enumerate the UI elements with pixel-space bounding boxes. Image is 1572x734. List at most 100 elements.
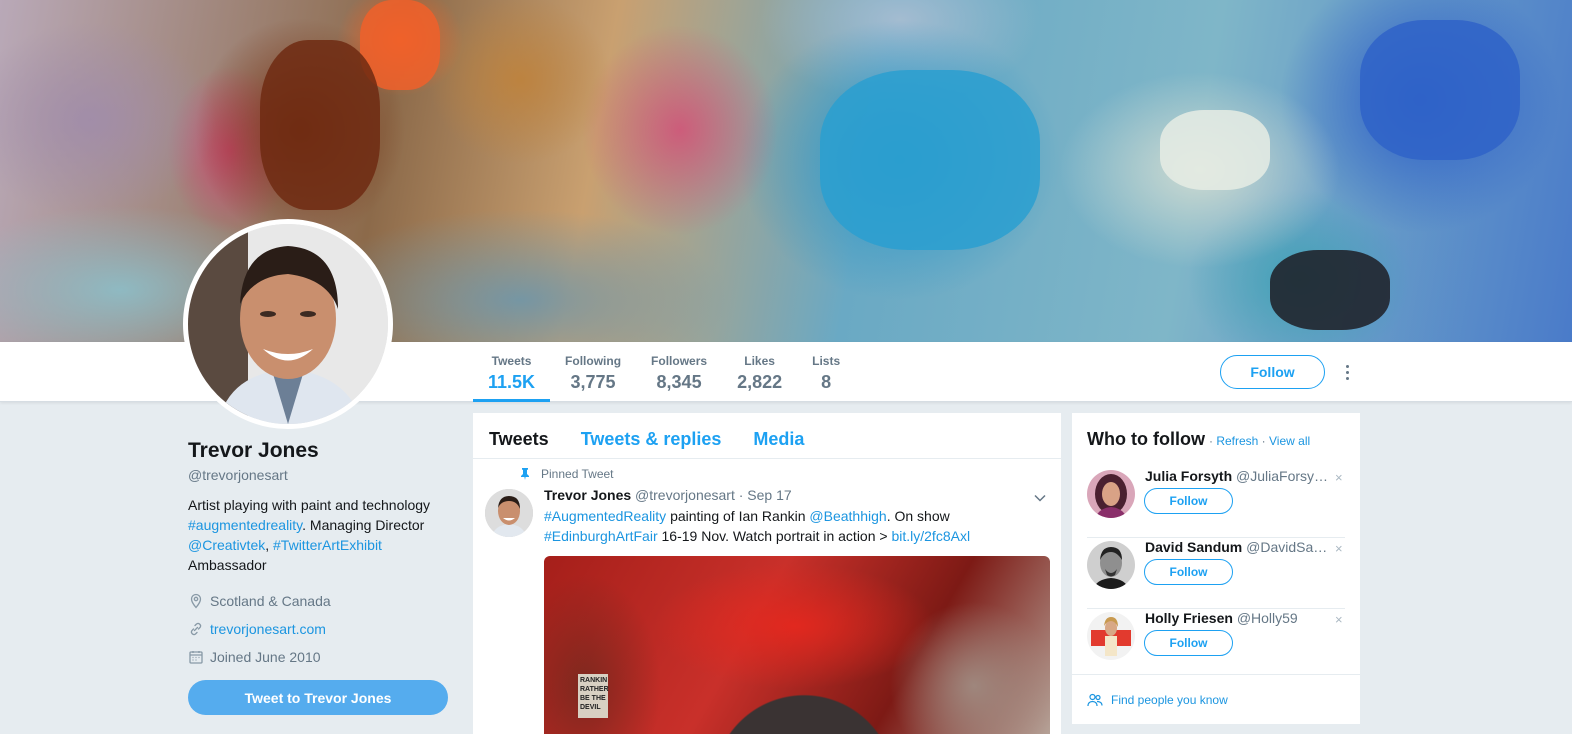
follow-button[interactable]: Follow (1144, 488, 1233, 514)
profile-website: trevorjonesart.com (188, 615, 458, 643)
profile-location: Scotland & Canada (188, 587, 458, 615)
chevron-down-icon[interactable] (1033, 491, 1047, 505)
hashtag-link[interactable]: #AugmentedReality (544, 508, 666, 524)
avatar[interactable] (1087, 470, 1135, 518)
view-all-link[interactable]: View all (1269, 434, 1310, 448)
dismiss-icon[interactable]: × (1335, 470, 1343, 485)
bio-text: , (265, 537, 274, 553)
profile-bio: Artist playing with paint and technology… (188, 495, 458, 575)
paint-stroke (1160, 110, 1270, 190)
follow-button[interactable]: Follow (1144, 559, 1233, 585)
joined-text: Joined June 2010 (210, 649, 321, 665)
location-icon (190, 593, 202, 609)
tweet-to-button[interactable]: Tweet to Trevor Jones (188, 680, 448, 715)
url-link[interactable]: bit.ly/2fc8Axl (891, 528, 970, 544)
stat-label: Likes (744, 354, 775, 368)
separator: · (1258, 434, 1270, 448)
tweet-date[interactable]: · Sep 17 (739, 487, 792, 503)
suggestion-name[interactable]: Holly Friesen @Holly59 (1145, 610, 1335, 626)
stat-value: 8,345 (656, 372, 702, 392)
suggestion-item: Holly Friesen @Holly59 Follow × (1087, 610, 1345, 680)
suggestion-fullname: Julia Forsyth (1145, 468, 1233, 484)
stat-value: 8 (821, 372, 832, 392)
pinned-indicator: Pinned Tweet (518, 467, 614, 481)
profile-stats: Tweets 11.5K Following 3,775 Followers 8… (473, 342, 855, 402)
suggestion-handle: @JuliaForsy… (1236, 468, 1329, 484)
wtf-title: Who to follow (1087, 429, 1205, 449)
paint-stroke (1360, 20, 1520, 160)
tweet-text-part: painting of Ian Rankin (666, 508, 810, 524)
tweet-author-handle[interactable]: @trevorjonesart (635, 487, 735, 503)
stat-value: 2,822 (737, 372, 783, 392)
stat-followers[interactable]: Followers 8,345 (636, 342, 722, 402)
tweet-media-image[interactable]: RANKIN RATHER BE THE DEVIL (544, 556, 1050, 734)
avatar[interactable] (1087, 541, 1135, 589)
suggestion-name[interactable]: Julia Forsyth @JuliaForsy… (1145, 468, 1335, 484)
dismiss-icon[interactable]: × (1335, 612, 1343, 627)
who-to-follow: Who to follow · Refresh · View all Julia… (1072, 413, 1360, 724)
find-people-link[interactable]: Find people you know (1072, 674, 1360, 707)
hashtag-link[interactable]: #augmentedreality (188, 517, 302, 533)
suggestion-fullname: Holly Friesen (1145, 610, 1233, 626)
stat-tweets[interactable]: Tweets 11.5K (473, 342, 551, 402)
stat-value: 11.5K (488, 372, 536, 392)
follow-button[interactable]: Follow (1220, 355, 1325, 389)
tab-media[interactable]: Media (753, 413, 804, 458)
stat-label: Lists (812, 354, 841, 368)
profile-meta: Scotland & Canada trevorjonesart.com Joi… (188, 587, 458, 671)
pin-icon (521, 468, 529, 480)
avatar[interactable] (1087, 612, 1135, 660)
location-text: Scotland & Canada (210, 593, 331, 609)
profile-joined: Joined June 2010 (188, 643, 458, 671)
paint-stroke (1270, 250, 1390, 330)
wtf-header: Who to follow · Refresh · View all (1072, 413, 1360, 450)
wtf-links: · Refresh · View all (1209, 434, 1310, 448)
follow-button[interactable]: Follow (1144, 630, 1233, 656)
refresh-link[interactable]: Refresh (1216, 434, 1258, 448)
stat-lists[interactable]: Lists 8 (797, 342, 855, 402)
tweet-text: #AugmentedReality painting of Ian Rankin… (544, 506, 1044, 546)
stat-label: Following (565, 354, 622, 368)
suggestion-item: Julia Forsyth @JuliaForsy… Follow × (1087, 468, 1345, 538)
dismiss-icon[interactable]: × (1335, 541, 1343, 556)
paint-stroke (260, 40, 380, 210)
find-people-label: Find people you know (1111, 693, 1228, 707)
pinned-label: Pinned Tweet (541, 467, 614, 481)
bio-text: Ambassador (188, 557, 267, 573)
profile-handle[interactable]: @trevorjonesart (188, 467, 458, 483)
paint-stroke (820, 70, 1040, 250)
media-poster-text: RANKIN RATHER BE THE DEVIL (578, 674, 609, 718)
bio-text: . Managing Director (302, 517, 425, 533)
profile-avatar[interactable] (183, 219, 393, 429)
suggestion-name[interactable]: David Sandum @DavidSa… (1145, 539, 1335, 555)
tab-tweets-replies[interactable]: Tweets & replies (581, 413, 722, 458)
suggestion-fullname: David Sandum (1145, 539, 1243, 555)
profile-card: Trevor Jones @trevorjonesart Artist play… (188, 438, 458, 715)
suggestion-item: David Sandum @DavidSa… Follow × (1087, 539, 1345, 609)
mention-link[interactable]: @Creativtek (188, 537, 265, 553)
link-icon (190, 622, 202, 636)
stat-value: 3,775 (570, 372, 616, 392)
tweet-author-name[interactable]: Trevor Jones (544, 487, 631, 503)
mention-link[interactable]: @Beathhigh (809, 508, 886, 524)
timeline-tabs: Tweets Tweets & replies Media (473, 413, 1061, 459)
website-link[interactable]: trevorjonesart.com (210, 621, 326, 637)
people-icon (1087, 693, 1103, 707)
hashtag-link[interactable]: #EdinburghArtFair (544, 528, 658, 544)
stat-likes[interactable]: Likes 2,822 (722, 342, 797, 402)
calendar-icon (189, 651, 203, 664)
tweet-header: Trevor Jones @trevorjonesart · Sep 17 (544, 487, 792, 503)
tweet-text-part: 16-19 Nov. Watch portrait in action > (657, 528, 892, 544)
more-icon[interactable] (1340, 360, 1354, 384)
tweet-text-part: . On show (886, 508, 950, 524)
suggestion-handle: @DavidSa… (1246, 539, 1328, 555)
profile-name[interactable]: Trevor Jones (188, 438, 458, 464)
timeline: Tweets Tweets & replies Media Pinned Twe… (473, 413, 1061, 734)
suggestion-handle: @Holly59 (1236, 610, 1298, 626)
stat-label: Followers (651, 354, 708, 368)
tweet-avatar[interactable] (485, 489, 533, 537)
bio-text: Artist playing with paint and technology (188, 497, 431, 513)
hashtag-link[interactable]: #TwitterArtExhibit (273, 537, 382, 553)
stat-following[interactable]: Following 3,775 (550, 342, 636, 402)
tab-tweets[interactable]: Tweets (489, 413, 549, 458)
